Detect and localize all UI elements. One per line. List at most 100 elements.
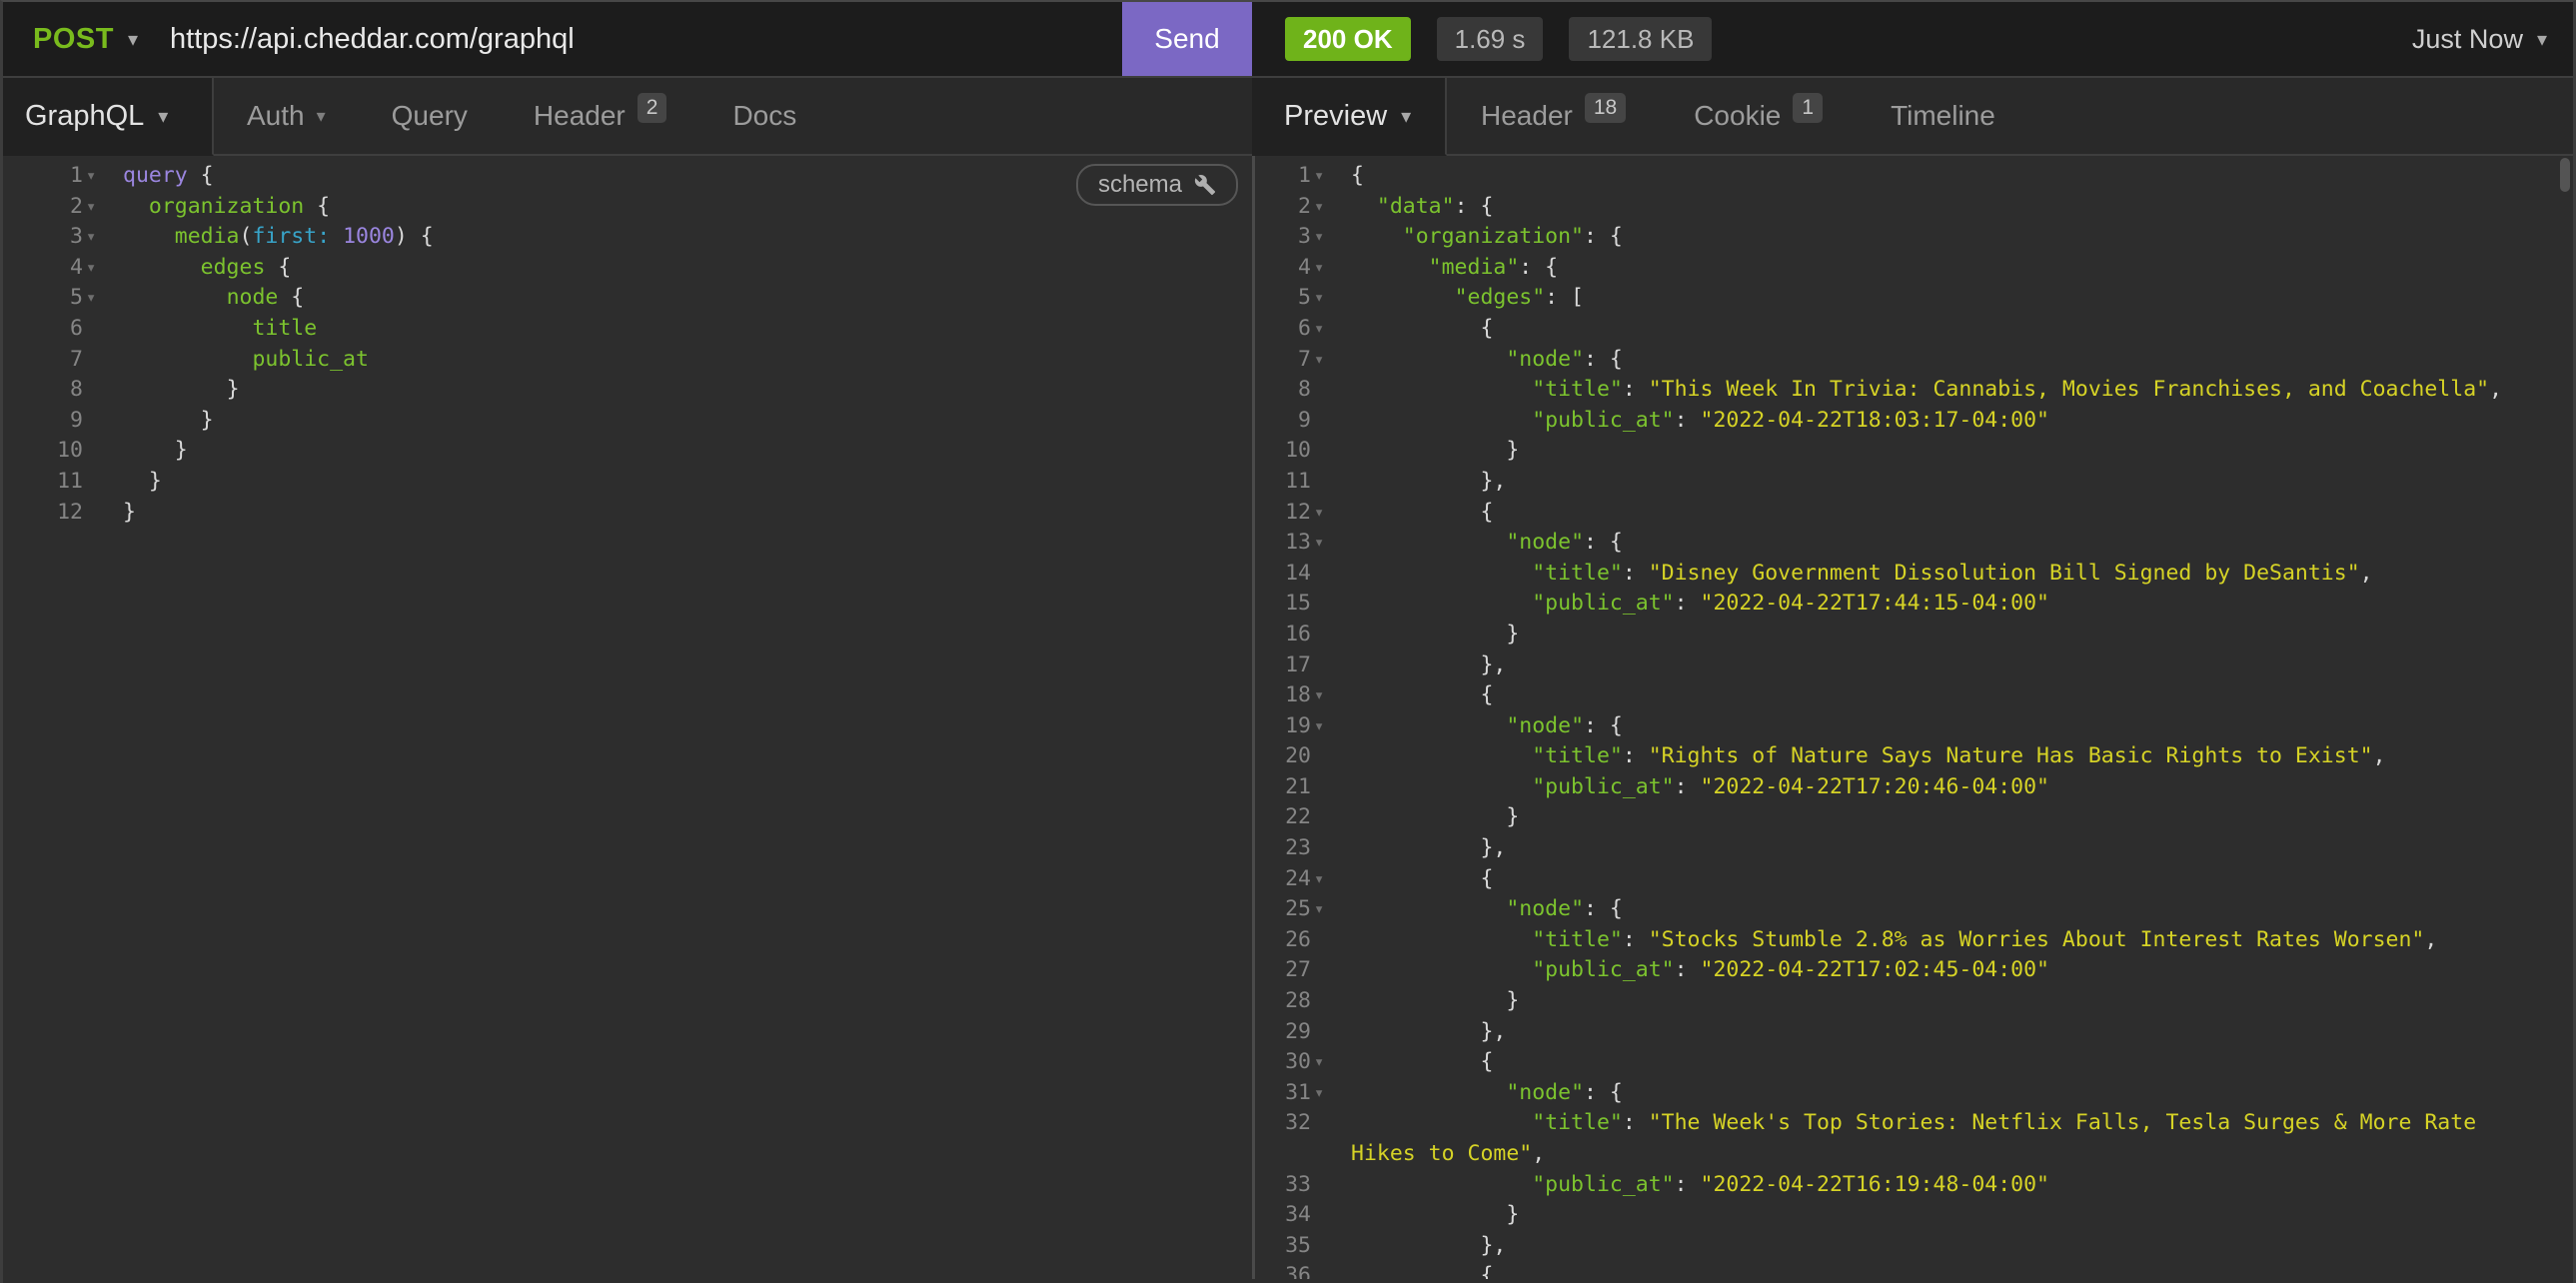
code-line: 2▾ "data": { xyxy=(1255,192,2573,223)
tab-label: Docs xyxy=(732,100,796,132)
tab-response-header[interactable]: Header 18 xyxy=(1447,78,1660,154)
code-text: media(first: 1000) { xyxy=(123,222,1252,253)
code-text: "public_at": "2022-04-22T17:20:46-04:00" xyxy=(1351,772,2573,803)
code-text: public_at xyxy=(123,345,1252,376)
code-text: }, xyxy=(1351,1231,2573,1262)
tab-header[interactable]: Header 2 xyxy=(501,78,700,154)
line-number: 20 xyxy=(1255,741,1311,772)
send-button[interactable]: Send xyxy=(1122,2,1252,76)
fold-caret-icon[interactable]: ▾ xyxy=(1311,711,1351,742)
fold-caret-icon[interactable]: ▾ xyxy=(1311,314,1351,345)
fold-caret-icon[interactable]: ▾ xyxy=(83,192,123,223)
code-line: 20 "title": "Rights of Nature Says Natur… xyxy=(1255,741,2573,772)
code-line: 13▾ "node": { xyxy=(1255,528,2573,559)
line-number: 5 xyxy=(3,283,83,314)
tab-cookie[interactable]: Cookie 1 xyxy=(1660,78,1857,154)
fold-caret-icon[interactable]: ▾ xyxy=(83,283,123,314)
response-size-badge: 121.8 KB xyxy=(1569,17,1712,61)
tab-timeline[interactable]: Timeline xyxy=(1857,78,2029,154)
header-count-badge: 2 xyxy=(638,93,667,123)
tab-auth[interactable]: Auth ▾ xyxy=(214,78,359,154)
line-number: 4 xyxy=(3,253,83,284)
fold-caret-icon[interactable]: ▾ xyxy=(1311,528,1351,559)
code-line: 9 } xyxy=(3,406,1252,437)
code-line: 35 }, xyxy=(1255,1231,2573,1262)
fold-caret-icon[interactable]: ▾ xyxy=(1311,283,1351,314)
code-text: } xyxy=(1351,802,2573,833)
code-line: 3▾ media(first: 1000) { xyxy=(3,222,1252,253)
line-number: 22 xyxy=(1255,802,1311,833)
tab-label: Cookie xyxy=(1694,100,1781,132)
content-panes: schema 1▾query {2▾ organization {3▾ medi… xyxy=(3,156,2573,1279)
graphql-query-editor[interactable]: schema 1▾query {2▾ organization {3▾ medi… xyxy=(3,156,1252,1279)
line-number: 18 xyxy=(1255,680,1311,711)
code-text: } xyxy=(123,498,1252,529)
code-text: } xyxy=(123,406,1252,437)
code-line: 31▾ "node": { xyxy=(1255,1078,2573,1109)
code-line: 17 }, xyxy=(1255,650,2573,681)
code-text: "node": { xyxy=(1351,528,2573,559)
method-dropdown[interactable]: POST xyxy=(33,23,114,56)
response-history-dropdown[interactable]: Just Now ▾ xyxy=(2412,2,2547,76)
tab-label: Query xyxy=(392,100,468,132)
preview-mode-dropdown[interactable]: Preview ▾ xyxy=(1252,78,1447,156)
code-text: "public_at": "2022-04-22T17:02:45-04:00" xyxy=(1351,955,2573,986)
fold-caret-icon[interactable]: ▾ xyxy=(83,253,123,284)
url-bar[interactable]: POST ▾ https://api.cheddar.com/graphql xyxy=(3,2,1122,76)
code-line: 5▾ "edges": [ xyxy=(1255,283,2573,314)
code-line: 8 } xyxy=(3,375,1252,406)
code-line: 12▾ { xyxy=(1255,498,2573,529)
code-line: 25▾ "node": { xyxy=(1255,894,2573,925)
fold-caret-icon[interactable]: ▾ xyxy=(1311,192,1351,223)
fold-caret-icon[interactable]: ▾ xyxy=(1311,222,1351,253)
response-tabs: Preview ▾ Header 18 Cookie 1 Timeline xyxy=(1252,78,2573,156)
code-text: "public_at": "2022-04-22T17:44:15-04:00" xyxy=(1351,589,2573,620)
fold-caret-icon[interactable]: ▾ xyxy=(1311,498,1351,529)
line-number: 6 xyxy=(1255,314,1311,345)
code-line: 32 "title": "The Week's Top Stories: Net… xyxy=(1255,1108,2573,1169)
fold-caret-icon[interactable]: ▾ xyxy=(1311,1047,1351,1078)
code-line: 30▾ { xyxy=(1255,1047,2573,1078)
line-number: 15 xyxy=(1255,589,1311,620)
tab-docs[interactable]: Docs xyxy=(699,78,829,154)
code-line: 23 }, xyxy=(1255,833,2573,864)
code-text: { xyxy=(1351,314,2573,345)
fold-caret-icon[interactable]: ▾ xyxy=(1311,864,1351,895)
response-preview-editor[interactable]: 1▾{2▾ "data": {3▾ "organization": {4▾ "m… xyxy=(1255,156,2573,1279)
code-line: 21 "public_at": "2022-04-22T17:20:46-04:… xyxy=(1255,772,2573,803)
response-scrollbar-thumb[interactable] xyxy=(2560,158,2570,192)
fold-caret-icon[interactable]: ▾ xyxy=(1311,253,1351,284)
line-number: 4 xyxy=(1255,253,1311,284)
caret-down-icon: ▾ xyxy=(317,106,326,127)
code-line: 1▾{ xyxy=(1255,161,2573,192)
line-number: 5 xyxy=(1255,283,1311,314)
line-number: 27 xyxy=(1255,955,1311,986)
code-line: 19▾ "node": { xyxy=(1255,711,2573,742)
line-number: 11 xyxy=(3,467,83,498)
caret-down-icon[interactable]: ▾ xyxy=(128,27,138,52)
fold-caret-icon[interactable]: ▾ xyxy=(83,161,123,192)
schema-button[interactable]: schema xyxy=(1076,164,1238,206)
code-line: 15 "public_at": "2022-04-22T17:44:15-04:… xyxy=(1255,589,2573,620)
schema-button-label: schema xyxy=(1098,171,1182,199)
line-number: 3 xyxy=(3,222,83,253)
fold-caret-icon[interactable]: ▾ xyxy=(83,222,123,253)
line-number: 9 xyxy=(1255,406,1311,437)
code-text: } xyxy=(123,436,1252,467)
code-line: 14 "title": "Disney Government Dissoluti… xyxy=(1255,559,2573,590)
line-number: 24 xyxy=(1255,864,1311,895)
response-tab-strip: Header 18 Cookie 1 Timeline xyxy=(1447,78,2573,156)
url-input[interactable]: https://api.cheddar.com/graphql xyxy=(170,23,575,56)
fold-caret-icon[interactable]: ▾ xyxy=(1311,1078,1351,1109)
tab-query[interactable]: Query xyxy=(359,78,501,154)
fold-caret-icon[interactable]: ▾ xyxy=(1311,680,1351,711)
fold-caret-icon[interactable]: ▾ xyxy=(1311,345,1351,376)
line-number: 32 xyxy=(1255,1108,1311,1139)
body-type-dropdown[interactable]: GraphQL ▾ xyxy=(3,78,214,156)
fold-caret-icon[interactable]: ▾ xyxy=(1311,161,1351,192)
fold-caret-icon[interactable]: ▾ xyxy=(1311,894,1351,925)
code-text: "public_at": "2022-04-22T16:19:48-04:00" xyxy=(1351,1170,2573,1201)
code-line: 6▾ { xyxy=(1255,314,2573,345)
code-text: "edges": [ xyxy=(1351,283,2573,314)
code-line: 5▾ node { xyxy=(3,283,1252,314)
